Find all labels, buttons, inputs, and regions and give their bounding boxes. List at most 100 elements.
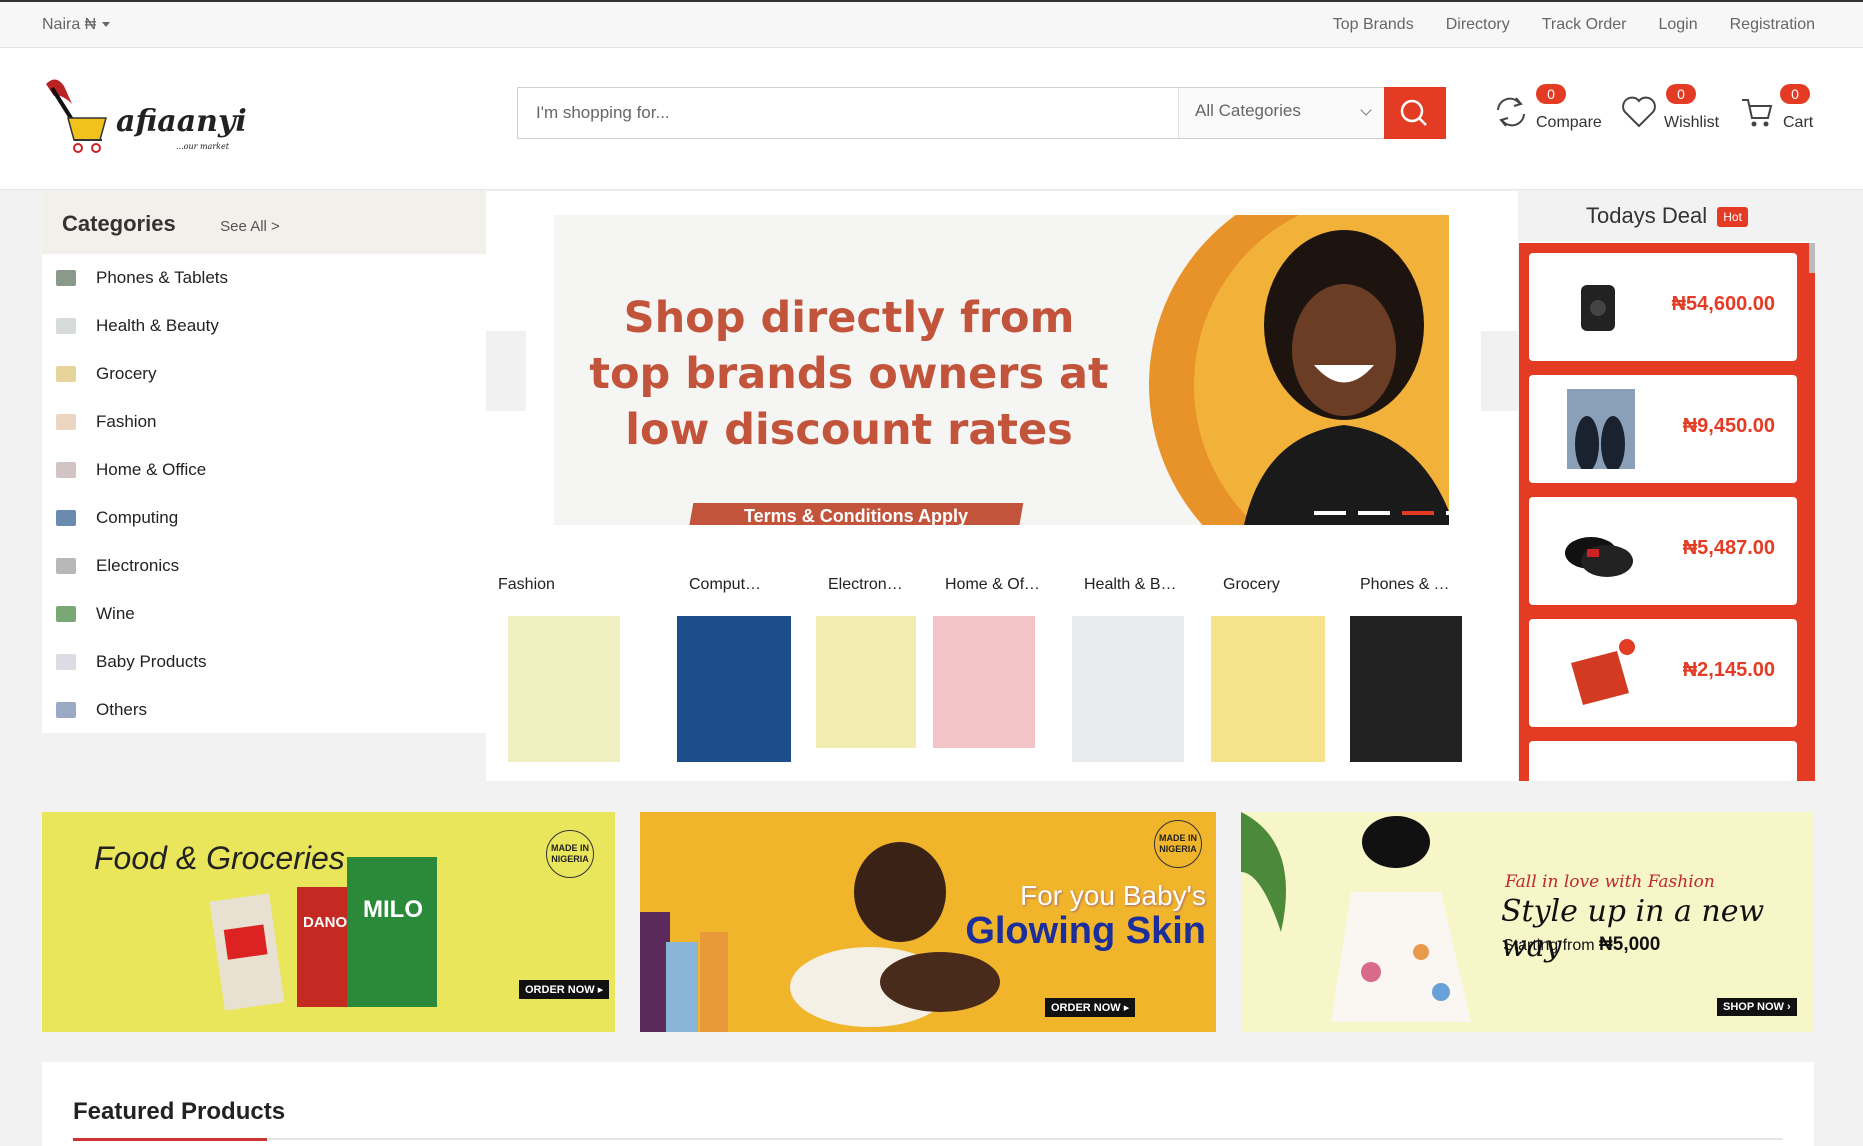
registration-link[interactable]: Registration: [1730, 16, 1815, 34]
category-item-health-beauty[interactable]: Health & Beauty: [42, 302, 486, 350]
directory-link[interactable]: Directory: [1446, 16, 1510, 34]
hero-banner[interactable]: Shop directly from top brands owners at …: [554, 215, 1449, 525]
category-thumb-icon: [56, 606, 76, 622]
carousel-prev-button[interactable]: [486, 331, 526, 411]
category-label: Home & Office: [96, 460, 207, 479]
promo-baby-line-2: Glowing Skin: [965, 910, 1206, 952]
track-order-link[interactable]: Track Order: [1542, 16, 1627, 34]
baby-products-image: [640, 842, 1000, 1032]
carousel-dot[interactable]: [1358, 511, 1390, 515]
order-now-button[interactable]: ORDER NOW ▸: [519, 980, 610, 999]
category-thumb-icon: [56, 462, 76, 478]
todays-deal-title: Todays Deal: [1586, 203, 1708, 228]
deal-item[interactable]: ₦2,145.00: [1529, 619, 1797, 727]
slippers-icon: [1565, 537, 1633, 577]
top-bar: Naira ₦ Top Brands Directory Track Order…: [0, 0, 1863, 48]
svg-text:DANO: DANO: [303, 914, 347, 931]
deal-list[interactable]: ₦54,600.00 ₦9,450.00 ₦5,487.00 ₦2,145.00: [1519, 243, 1815, 781]
search-input[interactable]: [518, 88, 1178, 138]
shop-now-button[interactable]: SHOP NOW ›: [1717, 998, 1797, 1016]
category-thumb-icon: [56, 510, 76, 526]
category-label: Fashion: [96, 412, 157, 431]
subcategory-home-office[interactable]: Home & Offi...: [903, 576, 1042, 748]
hot-badge: Hot: [1717, 207, 1748, 228]
promo-banner-groceries[interactable]: Food & Groceries MILO DANO MADE IN NIGER…: [42, 812, 615, 1032]
logo[interactable]: afiaanyi ...our market: [42, 74, 247, 164]
subcategory-fashion[interactable]: Fashion: [486, 576, 625, 762]
main-section: Categories See All > Phones & Tablets He…: [0, 191, 1863, 781]
category-item-phones-tablets[interactable]: Phones & Tablets: [42, 254, 486, 302]
compare-button[interactable]: 0 Compare: [1494, 84, 1604, 144]
deal-item[interactable]: ₦9,450.00: [1529, 375, 1797, 483]
fashion-image: [508, 616, 620, 762]
promo-banner-baby[interactable]: MADE IN NIGERIA For you Baby's Glowing S…: [640, 812, 1216, 1032]
category-thumb-icon: [56, 366, 76, 382]
made-in-nigeria-badge: MADE IN NIGERIA: [546, 830, 594, 878]
svg-text:MILO: MILO: [363, 896, 423, 923]
subcategory-health-beauty[interactable]: Health & Be...: [1042, 576, 1184, 762]
login-link[interactable]: Login: [1658, 16, 1697, 34]
caret-down-icon: [102, 22, 111, 28]
category-thumb-icon: [56, 318, 76, 334]
carousel-next-button[interactable]: [1481, 331, 1521, 411]
deal-price: ₦2,145.00: [1682, 659, 1775, 681]
subcategory-electronics[interactable]: Electronics: [764, 576, 916, 748]
category-item-wine[interactable]: Wine: [42, 590, 486, 638]
wishlist-button[interactable]: 0 Wishlist: [1620, 84, 1720, 144]
electronics-image: [816, 616, 916, 748]
see-all-link[interactable]: See All >: [220, 218, 280, 235]
deal-price: ₦54,600.00: [1671, 293, 1775, 315]
todays-deal-header: Todays Deal Hot: [1519, 191, 1815, 241]
carousel-dot[interactable]: [1446, 511, 1449, 515]
subcategory-computing[interactable]: Computing: [625, 576, 791, 762]
subcategory-phones-tablets[interactable]: Phones & Ta...: [1320, 576, 1462, 762]
featured-underline-accent: [73, 1138, 267, 1141]
top-brands-link[interactable]: Top Brands: [1333, 16, 1414, 34]
deal-item[interactable]: ₦54,600.00: [1529, 253, 1797, 361]
cart-button[interactable]: 0 Cart: [1740, 84, 1820, 144]
subcategory-grocery[interactable]: Grocery: [1181, 576, 1325, 762]
categories-panel: Categories See All > Phones & Tablets He…: [42, 191, 486, 733]
deal-item[interactable]: [1529, 741, 1797, 781]
category-item-grocery[interactable]: Grocery: [42, 350, 486, 398]
deal-scrollbar[interactable]: [1809, 243, 1815, 273]
category-item-fashion[interactable]: Fashion: [42, 398, 486, 446]
subcategory-label: Electronics: [828, 576, 903, 593]
cart-label: Cart: [1783, 114, 1814, 131]
category-thumb-icon: [56, 270, 76, 286]
banner-terms-text: Terms & Conditions Apply: [743, 506, 968, 525]
category-label: Electronics: [96, 556, 180, 575]
subcategory-label: Grocery: [1223, 576, 1280, 593]
promo-fashion-price: ₦5,000: [1599, 934, 1661, 955]
category-item-others[interactable]: Others: [42, 686, 486, 734]
banner-line-1: Shop directly from: [623, 293, 1075, 343]
category-item-computing[interactable]: Computing: [42, 494, 486, 542]
cart-logo-icon: [46, 79, 107, 153]
speaker-icon: [1581, 285, 1615, 331]
carousel-dot-active[interactable]: [1402, 511, 1434, 515]
featured-products-section: Featured Products: [42, 1062, 1814, 1146]
search-button[interactable]: [1384, 87, 1446, 139]
carousel-dot[interactable]: [1314, 511, 1346, 515]
compare-count: 0: [1536, 84, 1566, 104]
categories-title: Categories: [62, 211, 176, 236]
promo-banner-fashion[interactable]: Fall in love with Fashion Style up in a …: [1241, 812, 1814, 1032]
computing-image: [677, 616, 791, 762]
category-thumb-icon: [56, 414, 76, 430]
category-thumb-icon: [56, 654, 76, 670]
category-select[interactable]: All Categories: [1178, 88, 1384, 138]
featured-products-title: Featured Products: [73, 1098, 286, 1125]
category-item-baby-products[interactable]: Baby Products: [42, 638, 486, 686]
currency-selector[interactable]: Naira ₦: [42, 16, 111, 34]
banner-model-image: [1244, 230, 1449, 525]
order-now-button[interactable]: ORDER NOW ▸: [1045, 998, 1136, 1017]
made-in-nigeria-badge: MADE IN NIGERIA: [1154, 820, 1202, 868]
category-item-home-office[interactable]: Home & Office: [42, 446, 486, 494]
deal-price: ₦9,450.00: [1682, 415, 1775, 437]
carousel-dots: [1314, 511, 1449, 515]
category-label: Baby Products: [96, 652, 207, 671]
fashion-model-image: [1241, 812, 1471, 1022]
category-label: Grocery: [96, 364, 157, 383]
category-item-electronics[interactable]: Electronics: [42, 542, 486, 590]
deal-item[interactable]: ₦5,487.00: [1529, 497, 1797, 605]
